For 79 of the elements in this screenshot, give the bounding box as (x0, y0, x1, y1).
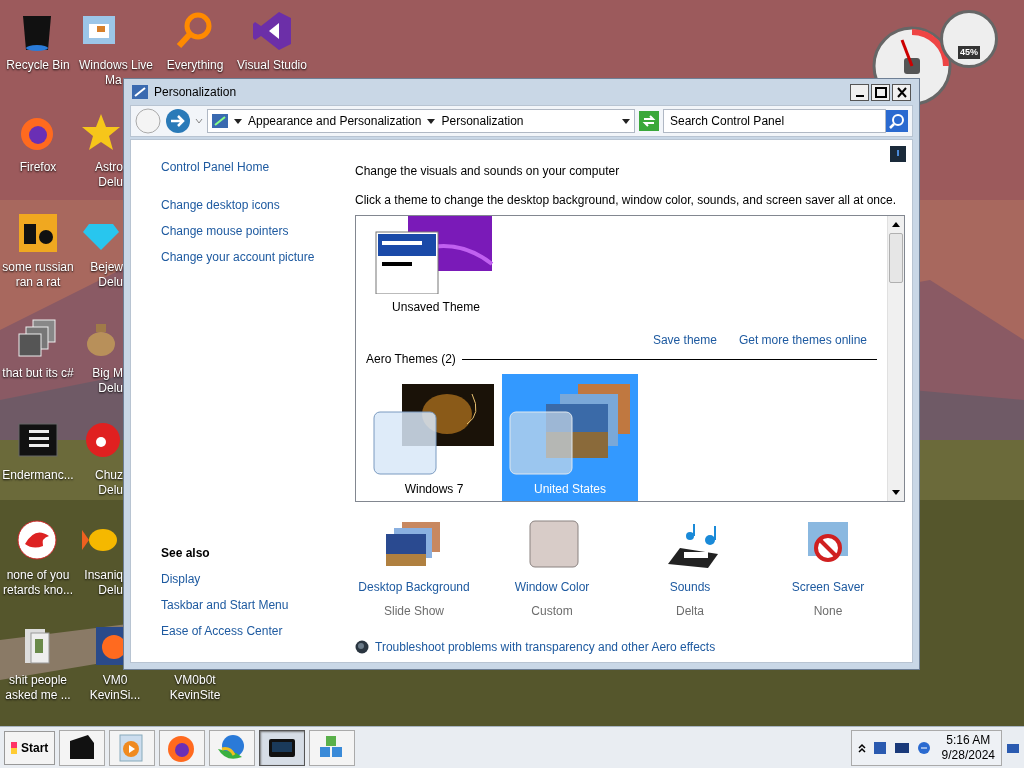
group-heading: Aero Themes (2) (366, 351, 456, 368)
theme-item[interactable]: Windows 7 (366, 374, 502, 501)
control-panel-icon (132, 85, 148, 99)
icon-label: that but its c# (2, 366, 74, 381)
setting-link[interactable]: Window Color (514, 578, 590, 596)
taskbar-button[interactable] (259, 729, 306, 766)
setting-link[interactable]: Screen Saver (791, 578, 865, 596)
setting-value: Delta (676, 603, 704, 620)
theme-item[interactable]: Unsaved Theme (368, 216, 504, 320)
sidebar-link[interactable]: Change desktop icons (161, 196, 280, 214)
scroll-up-icon[interactable] (892, 222, 900, 227)
troubleshoot-link[interactable]: Troubleshoot problems with transparency and other Aero effects (375, 638, 716, 656)
sidebar-link[interactable]: Control Panel Home (161, 158, 270, 176)
address-bar[interactable]: Appearance and Personalization Personalization (207, 109, 635, 133)
caret-icon (234, 117, 242, 125)
icon-label: Recycle Bin (6, 58, 70, 73)
chevron-icon[interactable] (857, 742, 866, 753)
see-also-heading: See also (161, 545, 210, 562)
minimize-button[interactable] (850, 83, 869, 101)
icon-label: Endermanc... (2, 468, 74, 483)
setting-link[interactable]: Sounds (669, 578, 711, 596)
taskbar-button[interactable] (59, 729, 106, 766)
monitor-icon[interactable] (893, 740, 910, 755)
sidebar-link[interactable]: Change your account picture (161, 248, 315, 266)
icon-label: Astro Delu (95, 160, 123, 190)
see-also-link[interactable]: Display (161, 570, 201, 588)
start-logo-icon (11, 741, 17, 754)
caret-icon (427, 117, 436, 125)
minimize-icon (855, 95, 864, 97)
visual-studio-icon (251, 10, 293, 52)
clock[interactable]: 5:16 AM 9/28/2024 (941, 732, 995, 763)
dropdown-caret-icon (622, 117, 630, 125)
taskbar-button[interactable] (159, 729, 206, 766)
maximize-icon (872, 84, 889, 100)
see-also-link[interactable]: Taskbar and Start Menu (161, 596, 289, 614)
icon-label: Firefox (19, 160, 57, 175)
page-heading: Change the visuals and sounds on your computer (355, 163, 620, 180)
dragon-icon (17, 520, 59, 562)
letter-tile-icon (17, 212, 59, 254)
setting-value: Slide Show (383, 603, 444, 620)
control-panel-icon (212, 114, 228, 128)
sidebar-link[interactable]: Change mouse pointers (161, 222, 289, 240)
refresh-button[interactable] (639, 111, 659, 131)
scroll-down-icon[interactable] (892, 490, 900, 495)
icon-label: Big M Delu (92, 366, 123, 396)
caret-icon (195, 117, 203, 125)
stacked-windows-icon (17, 318, 59, 360)
icon-label: VM0b0t KevinSite (169, 673, 221, 703)
icon-label: Visual Studio (237, 58, 307, 73)
icon-label: Ma (105, 73, 122, 88)
search-field[interactable]: Search Control Panel (663, 109, 886, 133)
start-button[interactable]: Start (4, 730, 56, 765)
icon-label: Windows Live (79, 58, 154, 73)
breadcrumb-item[interactable]: Personalization (441, 112, 524, 130)
setting-value: Custom (531, 603, 573, 620)
gauge-reading: 45% (958, 45, 980, 59)
icon-label: VM0 KevinSi... (89, 673, 141, 703)
scrollbar[interactable] (887, 216, 904, 501)
icon-label: some russian ran a rat (2, 260, 74, 290)
breadcrumb-item[interactable]: Appearance and Personalization (248, 112, 422, 130)
setting-link[interactable]: Desktop Background (358, 578, 470, 596)
see-also-link[interactable]: Ease of Access Center (161, 622, 283, 640)
icon-label: Insaniq Delu (84, 568, 123, 598)
close-button[interactable] (892, 83, 911, 101)
search-icon[interactable] (886, 110, 908, 132)
aero-orb-icon (355, 640, 369, 654)
icon-label: none of you retards kno... (3, 568, 73, 598)
theme-link[interactable]: Save theme (652, 331, 717, 349)
maximize-button[interactable] (871, 83, 890, 101)
theme-link[interactable]: Get more themes online (738, 331, 867, 349)
icon-label: Everything (166, 58, 224, 73)
scrollbar-thumb[interactable] (889, 233, 903, 283)
icon-label: shit people asked me ... (5, 673, 71, 703)
forward-button[interactable] (165, 108, 191, 134)
setting-value: None (813, 603, 843, 620)
icon-label: Bejew Delu (90, 260, 123, 290)
page-description: Click a theme to change the desktop background, window color, sounds, and screen saver all at once. (355, 192, 896, 209)
icon-label: Chuz Delu (95, 468, 123, 498)
window-title: Personalization (154, 84, 237, 101)
